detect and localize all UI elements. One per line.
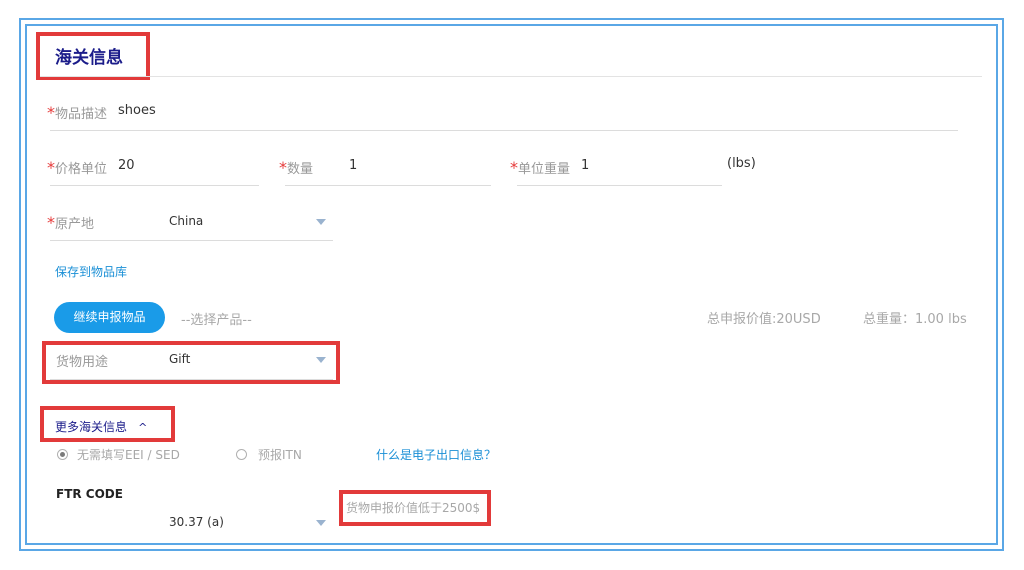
item-desc-label: 物品描述 <box>55 107 108 122</box>
required-mark: * <box>47 213 55 232</box>
unit-weight-value[interactable]: 1 <box>581 158 589 173</box>
continue-declare-button[interactable]: 继续申报物品 <box>54 302 165 333</box>
origin-select-value[interactable]: China <box>169 214 203 228</box>
origin-field[interactable]: *原产地 <box>47 213 94 232</box>
eei-option2-label[interactable]: 预报ITN <box>258 446 302 463</box>
quantity-field[interactable]: *数量 <box>279 158 313 177</box>
caret-down-icon[interactable] <box>316 219 326 225</box>
highlight-box-purpose <box>42 341 340 384</box>
unit-weight-field[interactable]: *单位重量 <box>510 158 570 177</box>
price-unit-field[interactable]: *价格单位 <box>47 158 107 177</box>
caret-down-icon[interactable] <box>316 520 326 526</box>
required-mark: * <box>279 158 287 177</box>
price-unit-label: 价格单位 <box>55 162 108 177</box>
select-product-dropdown[interactable]: --选择产品-- <box>181 309 252 328</box>
title-divider <box>40 76 982 77</box>
total-declared-value: 总申报价值:20USD <box>707 312 821 327</box>
weight-unit-label: (lbs) <box>727 156 756 171</box>
quantity-label: 数量 <box>287 162 314 177</box>
item-desc-field[interactable]: *物品描述 <box>47 103 107 122</box>
inner-frame <box>25 24 998 545</box>
radio-eei-not-required[interactable] <box>57 449 68 460</box>
price-unit-value[interactable]: 20 <box>118 158 135 173</box>
item-desc-value[interactable]: shoes <box>118 103 156 118</box>
what-is-eei-link[interactable]: 什么是电子出口信息？ <box>376 446 496 463</box>
origin-underline <box>50 240 333 241</box>
unit-weight-underline <box>517 185 722 186</box>
eei-option1-label[interactable]: 无需填写EEI / SED <box>77 446 180 463</box>
origin-label: 原产地 <box>55 217 95 232</box>
save-to-library-link[interactable]: 保存到物品库 <box>55 263 127 280</box>
radio-itn[interactable] <box>236 449 247 460</box>
required-mark: * <box>47 103 55 122</box>
highlight-box-title <box>36 32 150 80</box>
price-unit-underline <box>50 185 259 186</box>
highlight-box-more-info <box>40 406 175 442</box>
total-weight: 总重量：1.00 lbs <box>863 312 967 327</box>
ftr-code-label: FTR CODE <box>56 487 123 501</box>
highlight-box-ftr-note <box>339 490 491 526</box>
ftr-code-value[interactable]: 30.37 (a) <box>169 515 224 529</box>
required-mark: * <box>510 158 518 177</box>
item-desc-underline <box>50 130 958 131</box>
required-mark: * <box>47 158 55 177</box>
quantity-value[interactable]: 1 <box>349 158 357 173</box>
quantity-underline <box>285 185 491 186</box>
unit-weight-label: 单位重量 <box>518 162 571 177</box>
